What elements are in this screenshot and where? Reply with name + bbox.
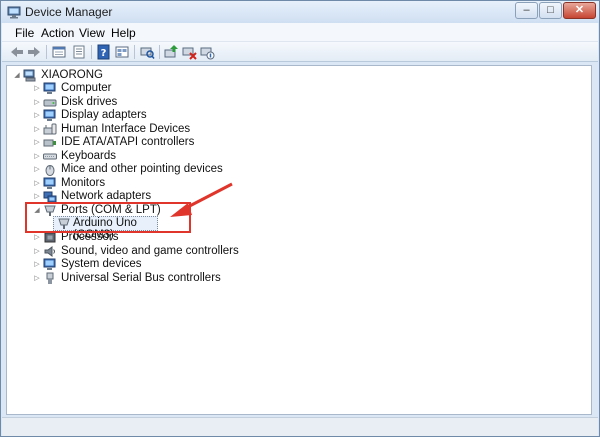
disk-drive-icon bbox=[43, 99, 57, 107]
collapse-arrow-icon[interactable]: ◢ bbox=[13, 71, 21, 80]
view-icon[interactable] bbox=[114, 44, 130, 60]
hid-icon bbox=[43, 123, 57, 135]
uninstall-icon[interactable] bbox=[181, 44, 197, 60]
show-hide-tree-icon[interactable] bbox=[51, 44, 67, 60]
tree-category-label: Network adapters bbox=[61, 190, 152, 202]
expand-arrow-icon[interactable]: ▷ bbox=[33, 233, 41, 242]
menu-file[interactable]: File bbox=[15, 26, 34, 40]
help-icon[interactable]: ? bbox=[96, 44, 112, 60]
back-icon[interactable] bbox=[9, 44, 25, 60]
menu-view[interactable]: View bbox=[79, 26, 105, 40]
tree-category-label: Human Interface Devices bbox=[61, 123, 191, 135]
expand-arrow-icon[interactable]: ▷ bbox=[33, 138, 41, 147]
disable-icon[interactable] bbox=[199, 44, 215, 60]
tree-category-label: System devices bbox=[61, 258, 142, 270]
tree-category-label: Monitors bbox=[61, 177, 106, 189]
expand-arrow-icon[interactable]: ▷ bbox=[33, 98, 41, 107]
sound-icon bbox=[44, 246, 55, 257]
expand-arrow-icon[interactable]: ▷ bbox=[33, 125, 41, 134]
monitor-icon bbox=[43, 177, 56, 189]
tree-category-label: Keyboards bbox=[61, 150, 116, 162]
tree-category-label: Disk drives bbox=[61, 96, 118, 108]
expand-arrow-icon[interactable]: ▷ bbox=[33, 260, 41, 269]
menu-action[interactable]: Action bbox=[41, 26, 74, 40]
scan-hardware-icon[interactable] bbox=[139, 44, 155, 60]
menu-bar: File Action View Help bbox=[2, 23, 598, 42]
minimize-button[interactable]: – bbox=[515, 2, 538, 19]
tree-category-label: Universal Serial Bus controllers bbox=[61, 272, 221, 284]
expand-arrow-icon[interactable]: ▷ bbox=[33, 84, 41, 93]
computer-root-icon bbox=[23, 69, 36, 82]
expand-arrow-icon[interactable]: ▷ bbox=[33, 179, 41, 188]
expand-arrow-icon[interactable]: ▷ bbox=[33, 111, 41, 120]
expand-arrow-icon[interactable]: ▷ bbox=[33, 165, 41, 174]
toolbar-separator bbox=[159, 45, 160, 59]
update-driver-icon[interactable] bbox=[163, 44, 179, 60]
ide-controller-icon bbox=[43, 139, 56, 147]
system-device-icon bbox=[43, 258, 56, 270]
expand-arrow-icon[interactable]: ▷ bbox=[33, 192, 41, 201]
tree-category-label: Display adapters bbox=[61, 109, 147, 121]
computer-icon bbox=[43, 82, 56, 94]
expand-arrow-icon[interactable]: ▷ bbox=[33, 247, 41, 256]
window-title: Device Manager bbox=[25, 5, 113, 19]
status-bar bbox=[2, 417, 598, 436]
device-manager-window: Device Manager – □ ✕ File Action View He… bbox=[0, 0, 600, 437]
expand-arrow-icon[interactable]: ▷ bbox=[33, 274, 41, 283]
title-bar[interactable]: Device Manager – □ ✕ bbox=[1, 1, 599, 23]
properties-icon[interactable] bbox=[71, 44, 87, 60]
tree-root-label: XIAORONG bbox=[41, 69, 103, 81]
tree-category-label: Computer bbox=[61, 82, 112, 94]
mouse-icon bbox=[45, 165, 55, 176]
forward-icon[interactable] bbox=[26, 44, 42, 60]
keyboard-icon bbox=[43, 153, 57, 160]
expand-arrow-icon[interactable]: ▷ bbox=[33, 152, 41, 161]
usb-icon bbox=[46, 272, 54, 284]
menu-help[interactable]: Help bbox=[111, 26, 136, 40]
maximize-button[interactable]: □ bbox=[539, 2, 562, 19]
tree-category-label: IDE ATA/ATAPI controllers bbox=[61, 136, 195, 148]
close-button[interactable]: ✕ bbox=[563, 2, 596, 19]
toolbar: ? bbox=[2, 42, 598, 62]
svg-text:?: ? bbox=[101, 48, 107, 59]
device-manager-app-icon bbox=[7, 6, 21, 19]
toolbar-separator bbox=[134, 45, 135, 59]
display-adapter-icon bbox=[43, 109, 56, 121]
toolbar-separator bbox=[91, 45, 92, 59]
tree-category-label: Mice and other pointing devices bbox=[61, 163, 223, 175]
toolbar-separator bbox=[46, 45, 47, 59]
tree-category-label: Sound, video and game controllers bbox=[61, 245, 239, 257]
annotation-arrow-icon bbox=[170, 182, 233, 217]
